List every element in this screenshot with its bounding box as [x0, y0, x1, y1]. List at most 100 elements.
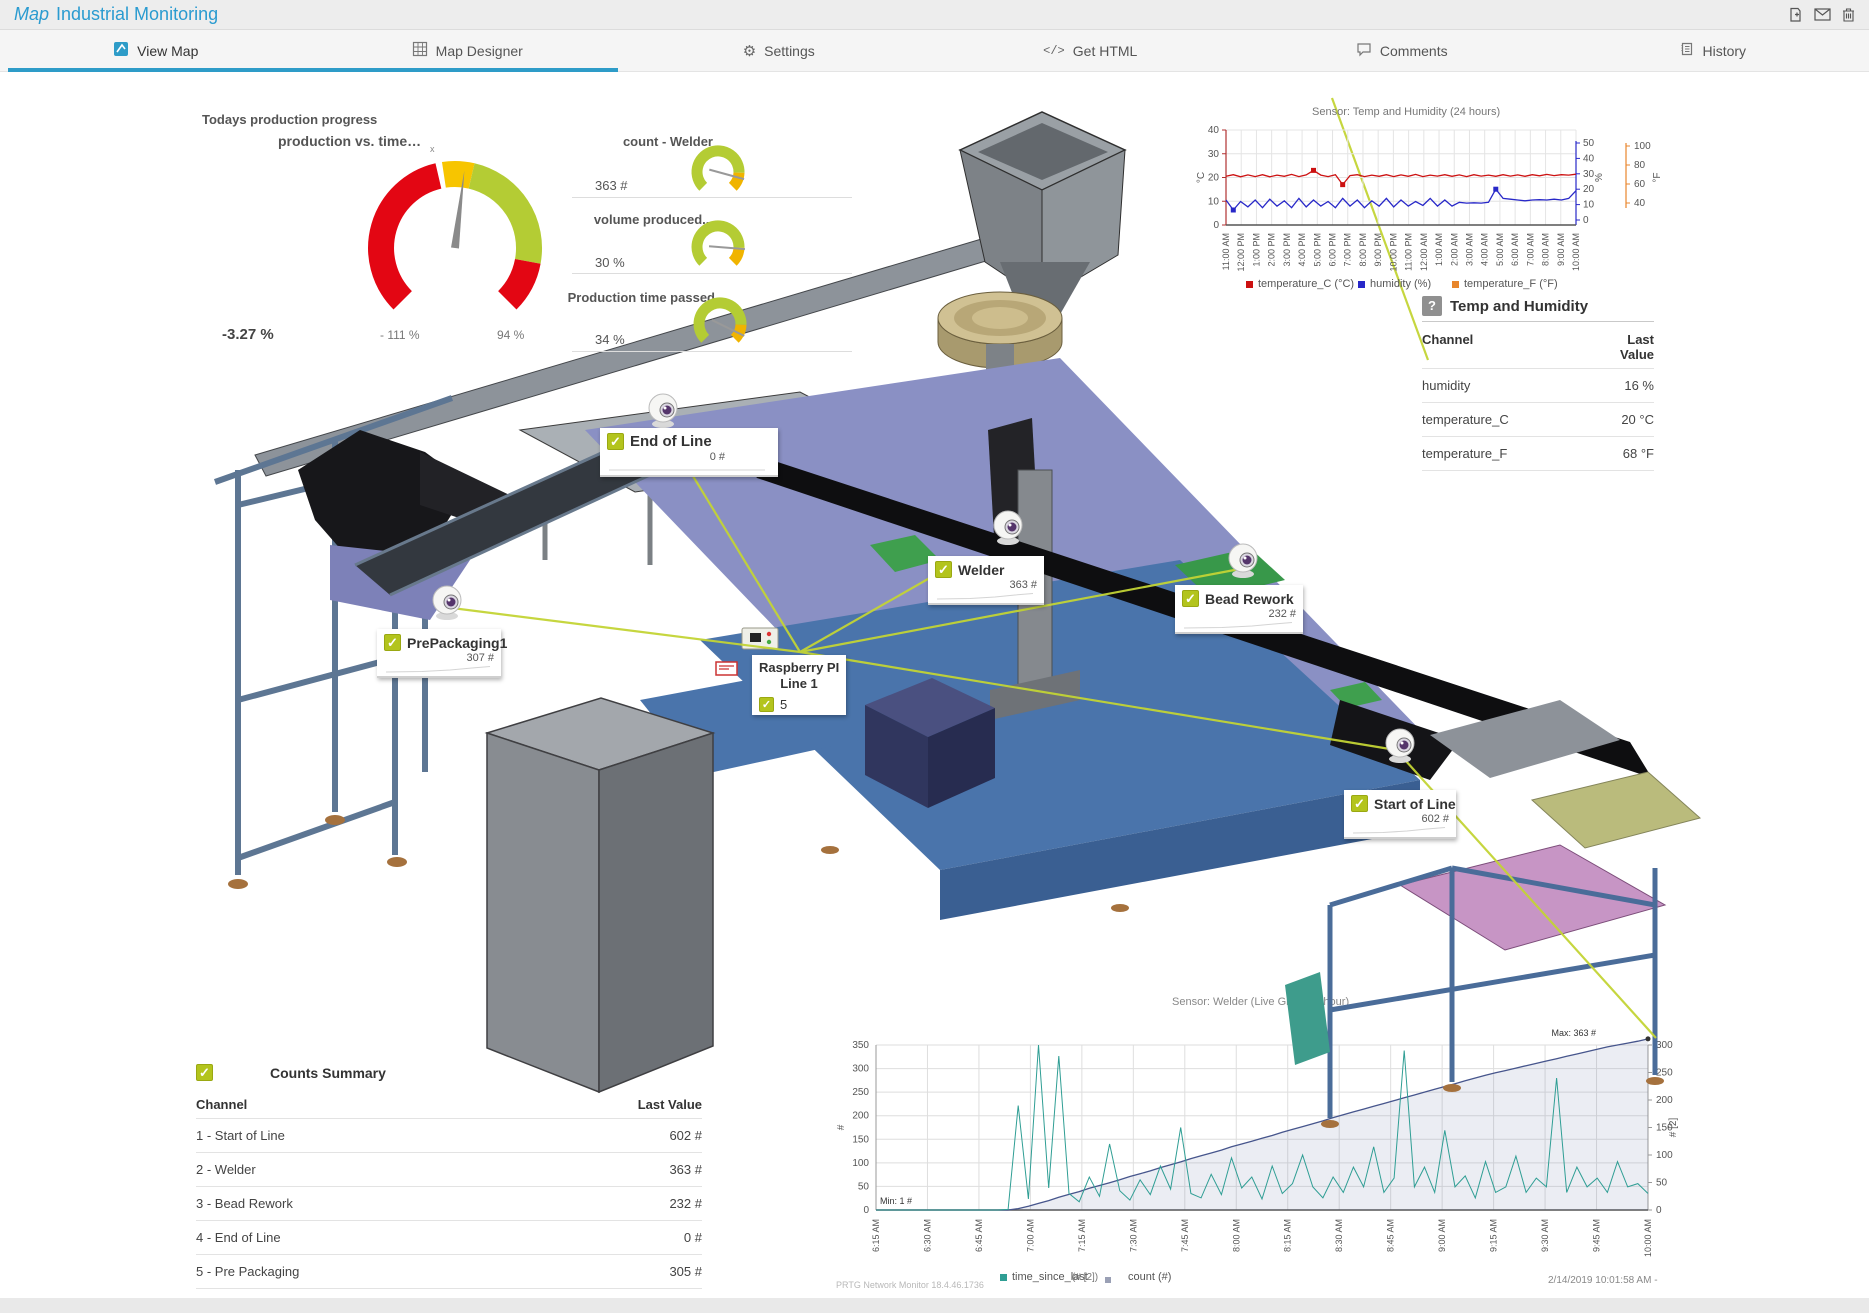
bottom-bar — [0, 1298, 1869, 1313]
checkbox-checked[interactable]: ✓ — [1182, 590, 1199, 607]
tab-map-designer[interactable]: Map Designer — [312, 30, 624, 71]
page-title-prefix: Map — [14, 4, 49, 24]
svg-text:1:00 PM: 1:00 PM — [1251, 233, 1261, 267]
svg-text:40: 40 — [1634, 198, 1646, 209]
svg-text:%: % — [1594, 173, 1605, 182]
svg-text:2:00 AM: 2:00 AM — [1449, 233, 1459, 266]
help-icon[interactable]: ? — [1422, 296, 1442, 316]
table-row[interactable]: 1 - Start of Line602 # — [196, 1119, 702, 1153]
add-report-icon[interactable] — [1788, 7, 1803, 23]
tab-comments[interactable]: Comments — [1246, 30, 1558, 71]
tab-history[interactable]: History — [1558, 30, 1869, 71]
history-list-icon — [1680, 41, 1694, 60]
svg-text:10:00 PM: 10:00 PM — [1388, 233, 1398, 272]
divider — [572, 273, 852, 274]
divider — [1422, 321, 1654, 322]
checkbox-checked[interactable]: ✓ — [1351, 795, 1368, 812]
table-row[interactable]: 2 - Welder363 # — [196, 1153, 702, 1187]
map-label-welder[interactable]: ✓Welder 363 # — [928, 556, 1044, 605]
svg-text:30: 30 — [1208, 149, 1220, 160]
gauge-main-marker: x — [430, 144, 435, 154]
svg-text:2:00 PM: 2:00 PM — [1267, 233, 1277, 267]
checkbox-checked[interactable]: ✓ — [935, 561, 952, 578]
svg-text:8:00 AM: 8:00 AM — [1541, 233, 1551, 266]
tab-view-map[interactable]: View Map — [0, 30, 312, 71]
tab-view-map-label: View Map — [137, 43, 198, 59]
view-map-icon — [113, 41, 129, 60]
checkbox-checked[interactable]: ✓ — [759, 697, 774, 712]
gauge-main-value: -3.27 % — [222, 326, 274, 343]
legend-swatch — [1105, 1277, 1111, 1283]
tab-get-html-label: Get HTML — [1073, 43, 1138, 59]
gauge-volume-value: 30 % — [595, 255, 625, 270]
label-sparkline — [607, 464, 767, 472]
svg-text:100: 100 — [1634, 141, 1651, 152]
map-label-end-of-line[interactable]: ✓End of Line 0 # — [600, 428, 778, 477]
svg-text:40: 40 — [1583, 153, 1595, 164]
label-sparkline — [1182, 621, 1294, 629]
comment-bubble-icon — [1356, 42, 1372, 60]
table-row[interactable]: humidity16 % — [1422, 369, 1654, 403]
legend-temperature-c: temperature_C (°C) — [1246, 278, 1354, 290]
legend-swatch — [1246, 281, 1253, 288]
active-tab-underline — [8, 68, 618, 72]
map-label-bead-rework[interactable]: ✓Bead Rework 232 # — [1175, 585, 1303, 634]
svg-text:3:00 PM: 3:00 PM — [1282, 233, 1292, 267]
map-label-prepackaging1[interactable]: ✓PrePackaging1 307 # — [377, 629, 501, 678]
svg-text:6:00 AM: 6:00 AM — [1510, 233, 1520, 266]
table-row[interactable]: 3 - Bead Rework232 # — [196, 1187, 702, 1221]
label-sparkline — [935, 592, 1035, 600]
tab-settings[interactable]: ⚙ Settings — [623, 30, 935, 71]
tab-get-html[interactable]: </> Get HTML — [935, 30, 1247, 71]
svg-text:1:00 AM: 1:00 AM — [1434, 233, 1444, 266]
gauge-welder — [678, 140, 762, 204]
label-sparkline — [384, 665, 492, 673]
col-channel: Channel — [1422, 332, 1473, 362]
divider — [572, 351, 852, 352]
gauge-time-value: 34 % — [595, 332, 625, 347]
delete-icon[interactable] — [1842, 7, 1855, 22]
svg-text:7:00 PM: 7:00 PM — [1343, 233, 1353, 267]
page-title-text: Industrial Monitoring — [56, 4, 218, 24]
map-label-start-of-line[interactable]: ✓Start of Line 602 # — [1344, 790, 1456, 839]
checkbox-checked[interactable]: ✓ — [384, 634, 401, 651]
svg-text:5:00 PM: 5:00 PM — [1312, 233, 1322, 267]
svg-text:60: 60 — [1634, 179, 1646, 190]
table-row[interactable]: temperature_C20 °C — [1422, 403, 1654, 437]
map-viewer-window: Map Industrial Monitoring View Map Map De… — [0, 0, 1869, 1313]
temp-panel-title: Temp and Humidity — [1450, 298, 1588, 315]
map-designer-icon — [412, 41, 428, 60]
svg-text:8:00 PM: 8:00 PM — [1358, 233, 1368, 267]
checkbox-checked[interactable]: ✓ — [196, 1064, 213, 1081]
hopper-3d — [960, 112, 1125, 318]
svg-text:10: 10 — [1208, 196, 1220, 207]
gauge-main-min: - 111 % — [380, 328, 420, 342]
temp-humidity-chart: 11:00 AM12:00 PM1:00 PM2:00 PM3:00 PM4:0… — [1190, 98, 1730, 303]
temp-humidity-panel: ? Temp and Humidity Channel Last Value h… — [1422, 296, 1654, 471]
svg-text:40: 40 — [1208, 125, 1220, 136]
map-label-raspberry-pi[interactable]: Raspberry PILine 1 ✓5 — [752, 655, 846, 715]
svg-text:4:00 PM: 4:00 PM — [1297, 233, 1307, 267]
svg-text:11:00 PM: 11:00 PM — [1404, 233, 1414, 271]
svg-text:20: 20 — [1208, 173, 1220, 184]
legend-temperature-f: temperature_F (°F) — [1452, 278, 1558, 290]
svg-text:3:00 AM: 3:00 AM — [1464, 233, 1474, 266]
svg-text:9:00 AM: 9:00 AM — [1556, 233, 1566, 266]
header-bar: Map Industrial Monitoring — [0, 0, 1869, 30]
svg-text:12:00 PM: 12:00 PM — [1236, 233, 1246, 272]
svg-text:80: 80 — [1634, 160, 1646, 171]
table-row[interactable]: 5 - Pre Packaging305 # — [196, 1255, 702, 1289]
checkbox-checked[interactable]: ✓ — [607, 433, 624, 450]
table-row[interactable]: 4 - End of Line0 # — [196, 1221, 702, 1255]
code-icon: </> — [1043, 44, 1065, 58]
divider — [572, 197, 852, 198]
timestamp-text: 2/14/2019 10:01:58 AM - — [1548, 1275, 1658, 1286]
table-row[interactable]: temperature_F68 °F — [1422, 437, 1654, 471]
gauge-volume — [678, 215, 762, 279]
svg-text:7:00 AM: 7:00 AM — [1525, 233, 1535, 266]
svg-text:9:00 PM: 9:00 PM — [1373, 233, 1383, 267]
legend-unit: (# [2]) — [1072, 1272, 1098, 1283]
svg-text:12:00 AM: 12:00 AM — [1419, 233, 1429, 271]
counts-summary-panel: ✓ Counts Summary Channel Last Value 1 - … — [196, 1064, 702, 1289]
email-icon[interactable] — [1814, 8, 1831, 21]
